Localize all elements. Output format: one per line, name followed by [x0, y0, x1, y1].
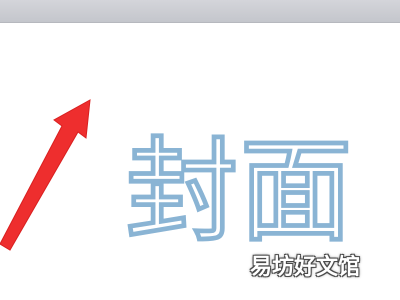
cover-wordart-title[interactable]: 封面 [125, 135, 354, 248]
arrow-icon [0, 99, 91, 251]
watermark-text: 易坊好文馆 [250, 255, 361, 280]
